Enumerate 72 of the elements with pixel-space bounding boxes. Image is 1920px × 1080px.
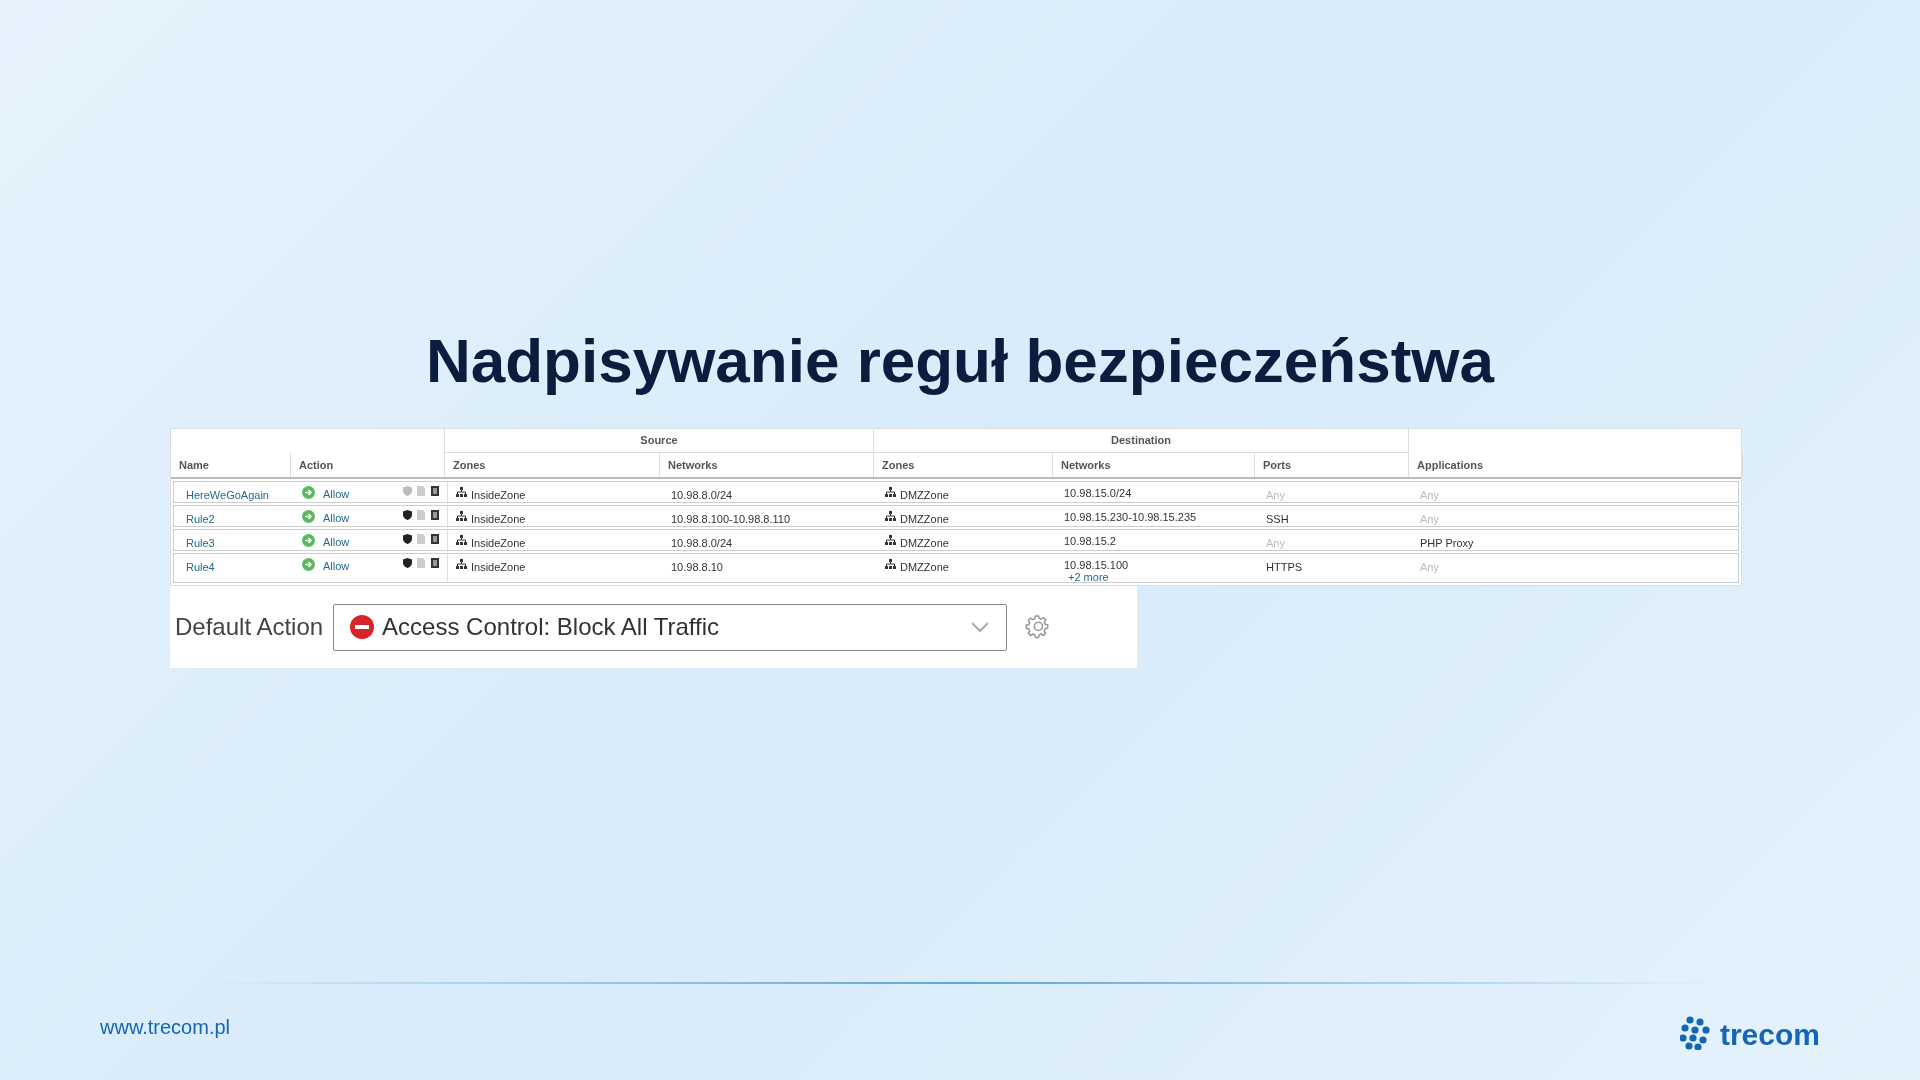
rule-name-link[interactable]: Rule2 bbox=[186, 511, 215, 528]
network-text: 10.98.8.0/24 bbox=[671, 488, 733, 503]
action-text: Allow bbox=[323, 511, 350, 526]
arrow-circle-icon bbox=[302, 558, 315, 571]
arrow-circle-icon bbox=[302, 510, 315, 523]
network-icon bbox=[456, 487, 467, 497]
network-icon bbox=[885, 535, 896, 545]
network-icon bbox=[885, 559, 896, 569]
port-text: Any bbox=[1266, 488, 1285, 503]
rule-name-link[interactable]: Rule3 bbox=[186, 535, 215, 552]
shield-icon[interactable] bbox=[403, 510, 412, 520]
chevron-down-icon bbox=[970, 621, 991, 633]
application-text: Any bbox=[1420, 488, 1439, 503]
column-header: Networks bbox=[1061, 457, 1111, 473]
network-icon bbox=[885, 511, 896, 521]
column-header: Zones bbox=[882, 457, 915, 473]
arrow-circle-icon bbox=[302, 486, 315, 499]
column-header: Applications bbox=[1417, 457, 1483, 473]
zone-text: DMZZone bbox=[900, 536, 949, 551]
rule-row[interactable]: Rule4 Allow InsideZone 10.98.8.10 DMZZone 10.98.15.100 +2 more HTTPS Any bbox=[173, 553, 1739, 583]
logo-wordmark: trecom bbox=[1719, 1020, 1820, 1050]
application-text: Any bbox=[1420, 512, 1439, 527]
column-header: Name bbox=[179, 457, 209, 473]
column-header: Networks bbox=[668, 457, 718, 473]
network-text: 10.98.15.2 bbox=[1064, 535, 1117, 547]
column-header: Zones bbox=[453, 457, 486, 473]
default-action-dropdown[interactable]: Access Control: Block All Traffic bbox=[333, 603, 1008, 651]
action-text: Allow bbox=[323, 535, 350, 550]
clipboard-icon[interactable] bbox=[431, 534, 439, 544]
rule-row[interactable]: HereWeGoAgain Allow InsideZone 10.98.8.0/24 DMZZone 10.98.15.0/24 Any Any bbox=[173, 481, 1739, 503]
network-text: 10.98.15.230-10.98.15.235 bbox=[1064, 511, 1198, 523]
action-text: Allow bbox=[323, 487, 350, 502]
zone-text: InsideZone bbox=[471, 488, 526, 503]
rule-name-link[interactable]: HereWeGoAgain bbox=[186, 487, 269, 504]
zone-text: InsideZone bbox=[471, 536, 526, 551]
rule-row[interactable]: Rule3 Allow InsideZone 10.98.8.0/24 DMZZone 10.98.15.2 Any PHP Proxy bbox=[173, 529, 1739, 551]
network-text: 10.98.8.0/24 bbox=[671, 536, 733, 551]
application-text: Any bbox=[1420, 560, 1439, 575]
group-header: Destination bbox=[1111, 433, 1171, 449]
network-text: 10.98.15.0/24 bbox=[1064, 487, 1133, 499]
port-text: HTTPS bbox=[1266, 560, 1303, 575]
website-link[interactable]: www.trecom.pl bbox=[100, 1016, 231, 1038]
network-text: 10.98.8.10 bbox=[671, 560, 723, 575]
network-text: 10.98.15.100 bbox=[1064, 559, 1130, 571]
rule-row[interactable]: Rule2 Allow InsideZone 10.98.8.100-10.98.8.110 DMZZone 10.98.15.230-10.98.15.235 SSH Any bbox=[173, 505, 1739, 527]
zone-text: InsideZone bbox=[471, 560, 526, 575]
zone-text: DMZZone bbox=[900, 512, 949, 527]
group-header: Source bbox=[640, 433, 678, 449]
shield-icon[interactable] bbox=[403, 558, 412, 568]
zone-text: DMZZone bbox=[900, 488, 949, 503]
column-header: Ports bbox=[1263, 457, 1292, 473]
network-icon bbox=[456, 559, 467, 569]
default-action-label: Default Action bbox=[175, 612, 324, 642]
column-header: Action bbox=[299, 457, 334, 473]
network-text: 10.98.8.100-10.98.8.110 bbox=[671, 512, 791, 527]
port-text: SSH bbox=[1266, 512, 1289, 527]
arrow-circle-icon bbox=[302, 534, 315, 547]
port-text: Any bbox=[1266, 536, 1285, 551]
rule-name-link[interactable]: Rule4 bbox=[186, 559, 215, 576]
zone-text: InsideZone bbox=[471, 512, 526, 527]
network-icon bbox=[885, 487, 896, 497]
more-link[interactable]: +2 more bbox=[1064, 571, 1250, 583]
network-icon bbox=[456, 511, 467, 521]
zone-text: DMZZone bbox=[900, 560, 949, 575]
block-icon bbox=[350, 615, 375, 639]
shield-icon[interactable] bbox=[403, 534, 412, 544]
action-text: Allow bbox=[323, 559, 350, 574]
clipboard-icon[interactable] bbox=[431, 510, 439, 520]
application-text: PHP Proxy bbox=[1420, 536, 1474, 551]
clipboard-icon[interactable] bbox=[431, 486, 439, 496]
network-icon bbox=[456, 535, 467, 545]
clipboard-icon[interactable] bbox=[431, 558, 439, 568]
